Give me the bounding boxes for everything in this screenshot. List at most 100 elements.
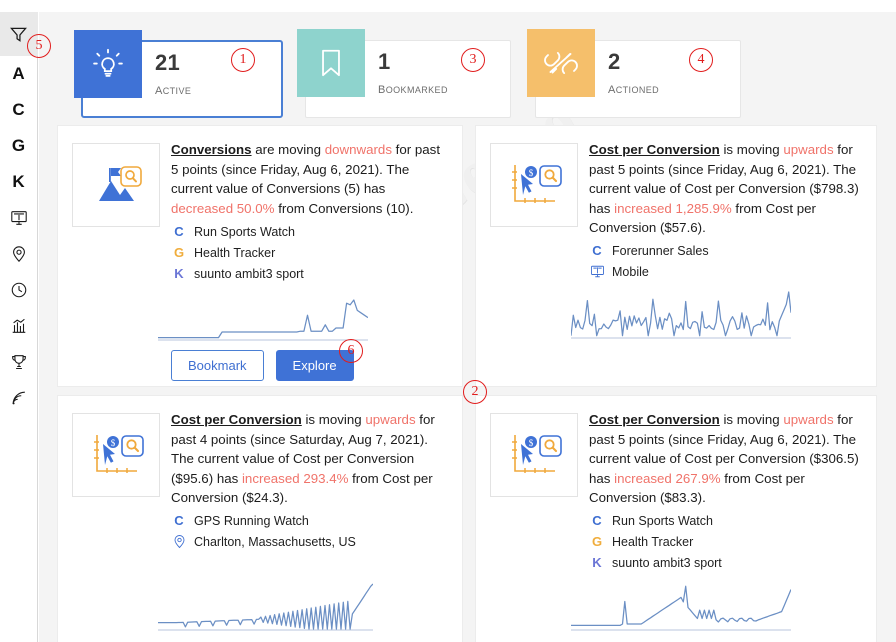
sidebar-letter: G bbox=[11, 136, 26, 155]
stat-label: Active bbox=[155, 81, 192, 98]
insight-text-mid: is moving bbox=[719, 412, 784, 427]
stat-card-actioned[interactable]: 2 Actioned bbox=[527, 29, 741, 118]
trophy-icon bbox=[10, 353, 28, 371]
sidebar-item-a[interactable]: A bbox=[0, 56, 38, 92]
sidebar-letter: A bbox=[12, 64, 25, 83]
bookmark-icon bbox=[297, 29, 365, 97]
sidebar-item-c[interactable]: C bbox=[0, 92, 38, 128]
stat-card-bookmarked[interactable]: 1 Bookmarked bbox=[297, 29, 511, 118]
summary-stats: 21 Active 1 Bookmarked 2 Actioned bbox=[57, 26, 877, 122]
insight-change: increased 293.4% bbox=[241, 470, 349, 486]
stat-text: 21 Active bbox=[155, 50, 192, 99]
insight-tag[interactable]: C GPS Running Watch bbox=[171, 511, 356, 530]
tag-marker-letter: K bbox=[174, 266, 184, 281]
sidebar-item-location[interactable] bbox=[0, 236, 38, 272]
sidebar-item-signal[interactable] bbox=[0, 380, 38, 416]
insight-metric: Cost per Conversion bbox=[589, 142, 720, 157]
insight-tag-label: suunto ambit3 sport bbox=[612, 555, 722, 570]
tag-marker-letter: C bbox=[174, 224, 184, 239]
sidebar-item-device[interactable] bbox=[0, 200, 38, 236]
insight-metric: Conversions bbox=[171, 142, 252, 157]
insight-metric: Cost per Conversion bbox=[589, 412, 720, 427]
insight-direction: upwards bbox=[783, 142, 834, 157]
insight-tag-label: suunto ambit3 sport bbox=[194, 266, 304, 281]
cost-per-conversion-explore-icon[interactable]: $ bbox=[72, 413, 160, 497]
stat-card-active[interactable]: 21 Active bbox=[74, 30, 283, 118]
filter-icon[interactable] bbox=[0, 12, 38, 56]
insight-tags: C Forerunner Sales Mobile bbox=[589, 241, 709, 283]
stat-count: 2 bbox=[608, 49, 621, 74]
insight-direction: upwards bbox=[783, 412, 834, 427]
stat-label: Actioned bbox=[608, 80, 660, 97]
tag-marker-letter: G bbox=[173, 245, 185, 260]
insight-tag[interactable]: C Run Sports Watch bbox=[589, 511, 722, 530]
insight-tag[interactable]: Mobile bbox=[589, 262, 709, 281]
sidebar-item-metrics[interactable] bbox=[0, 308, 38, 344]
insight-tags: C GPS Running Watch Charlton, Massachuset… bbox=[171, 511, 356, 553]
cost-per-conversion-explore-icon[interactable]: $ bbox=[490, 143, 578, 227]
insight-text-mid: is moving bbox=[301, 412, 366, 427]
insight-direction: downwards bbox=[324, 142, 392, 157]
insight-direction: upwards bbox=[365, 412, 416, 427]
insight-card[interactable]: Conversions are moving downwards for pas… bbox=[57, 125, 463, 387]
insight-text-end: from Conversions (10). bbox=[274, 200, 414, 216]
bar-chart-icon bbox=[10, 317, 28, 335]
insight-text-mid: is moving bbox=[719, 142, 784, 157]
sidebar-item-k[interactable]: K bbox=[0, 164, 38, 200]
insight-summary: Conversions are moving downwards for pas… bbox=[171, 140, 450, 218]
insight-card[interactable]: $ Cost per Conversion is moving upwards … bbox=[475, 395, 877, 642]
insight-tag[interactable]: Ksuunto ambit3 sport bbox=[589, 553, 722, 572]
insight-tag[interactable]: C Forerunner Sales bbox=[589, 241, 709, 260]
insight-summary: Cost per Conversion is moving upwards fo… bbox=[171, 410, 450, 508]
stat-text: 1 Bookmarked bbox=[378, 49, 448, 98]
insight-tag[interactable]: Ksuunto ambit3 sport bbox=[171, 264, 304, 283]
left-sidebar: ACGK bbox=[0, 12, 38, 642]
insight-tag-label: Forerunner Sales bbox=[612, 243, 709, 258]
insight-tag-label: Health Tracker bbox=[612, 534, 694, 549]
svg-text:$: $ bbox=[111, 438, 116, 448]
tag-marker-letter: K bbox=[592, 555, 602, 570]
insight-change: increased 267.9% bbox=[614, 470, 721, 486]
conversions-explore-icon[interactable] bbox=[72, 143, 160, 227]
insight-tag[interactable]: G Health Tracker bbox=[171, 243, 304, 262]
location-pin-icon bbox=[171, 534, 187, 549]
tag-marker-letter: C bbox=[592, 513, 602, 528]
insight-tag-label: GPS Running Watch bbox=[194, 513, 309, 528]
stat-count: 21 bbox=[155, 50, 181, 75]
insight-tag-label: Mobile bbox=[612, 264, 649, 279]
insights-grid: Conversions are moving downwards for pas… bbox=[57, 125, 877, 642]
sidebar-item-performance[interactable] bbox=[0, 344, 38, 380]
insight-tag-label: Run Sports Watch bbox=[612, 513, 713, 528]
insight-tag[interactable]: C Run Sports Watch bbox=[171, 222, 304, 241]
sidebar-items: ACGK bbox=[0, 56, 38, 416]
insight-tags: C Run Sports Watch G Health Tracker Ksuunto … bbox=[171, 222, 304, 285]
insight-tag[interactable]: Charlton, Massachusetts, US bbox=[171, 532, 356, 551]
location-pin-icon bbox=[10, 245, 28, 263]
insight-summary: Cost per Conversion is moving upwards fo… bbox=[589, 140, 864, 238]
insight-metric: Cost per Conversion bbox=[171, 412, 302, 427]
clock-icon bbox=[10, 281, 28, 299]
stat-count: 1 bbox=[378, 49, 391, 74]
explore-button[interactable]: Explore bbox=[275, 350, 354, 381]
stat-text: 2 Actioned bbox=[608, 49, 660, 98]
sidebar-item-time[interactable] bbox=[0, 272, 38, 308]
svg-text:$: $ bbox=[529, 438, 534, 448]
sidebar-letter: K bbox=[12, 172, 25, 191]
insight-sparkline bbox=[158, 294, 368, 346]
link-hearts-icon bbox=[527, 29, 595, 97]
top-strip bbox=[0, 0, 896, 12]
insight-card[interactable]: $ Cost per Conversion is moving upwards … bbox=[475, 125, 877, 387]
signal-icon bbox=[10, 389, 28, 407]
svg-text:$: $ bbox=[529, 168, 534, 178]
cost-per-conversion-explore-icon[interactable]: $ bbox=[490, 413, 578, 497]
bookmark-button[interactable]: Bookmark bbox=[171, 350, 264, 381]
sidebar-item-g[interactable]: G bbox=[0, 128, 38, 164]
insight-card[interactable]: $ Cost per Conversion is moving upwards … bbox=[57, 395, 463, 642]
insight-tag[interactable]: G Health Tracker bbox=[589, 532, 722, 551]
device-monitor-icon bbox=[10, 209, 28, 227]
insight-actions: Bookmark Explore bbox=[171, 350, 354, 381]
insight-sparkline bbox=[571, 286, 791, 344]
device-monitor-icon bbox=[589, 264, 605, 279]
tag-marker-letter: C bbox=[592, 243, 602, 258]
main-content: PPCexpo 21 Active 1 Bookmarked bbox=[39, 12, 896, 642]
